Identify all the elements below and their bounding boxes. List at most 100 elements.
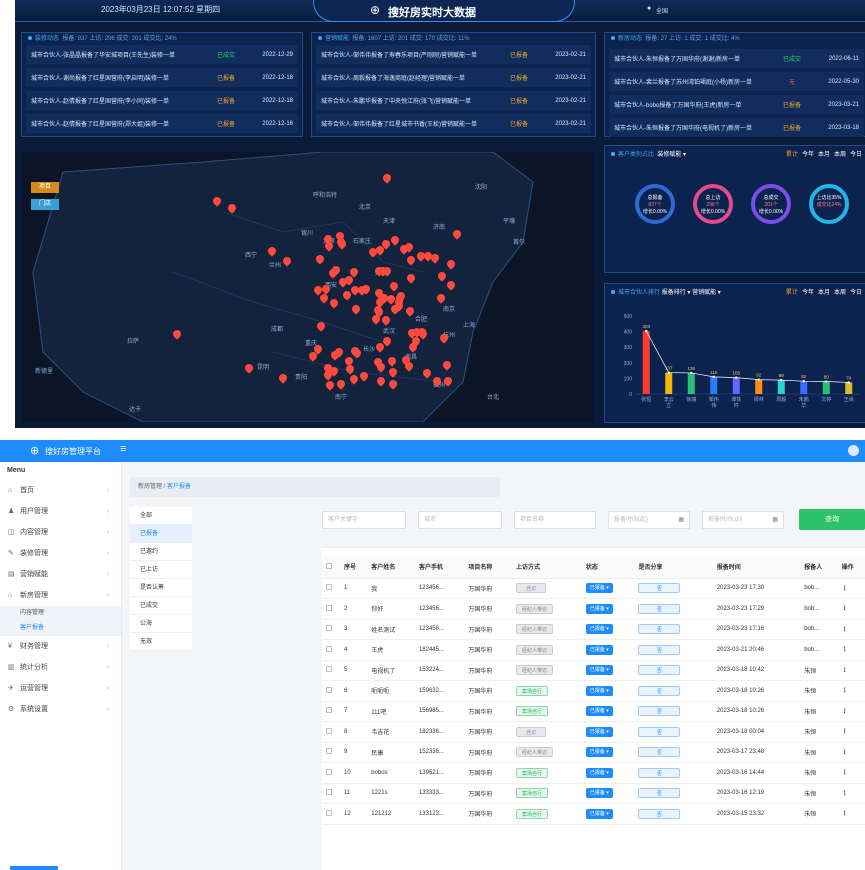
time-range-tab[interactable]: 今日 <box>850 290 862 296</box>
more-actions-icon[interactable]: ⋮ <box>837 742 865 763</box>
status-filter-item[interactable]: 已上访 <box>130 561 192 579</box>
avatar[interactable] <box>848 445 859 456</box>
customer-type-select[interactable]: 装修赋能 <box>657 152 681 158</box>
share-toggle[interactable]: 否 <box>638 726 681 737</box>
table-row[interactable]: 11 1221s 133333... 万国华府 案场自行 已报备 ▾ 否 2023-03-16… <box>322 783 865 804</box>
bar[interactable] <box>822 381 830 394</box>
status-dropdown[interactable]: 已报备 ▾ <box>585 808 613 819</box>
status-filter-item[interactable]: 已邀约 <box>130 543 192 561</box>
row-checkbox[interactable] <box>322 701 340 722</box>
status-filter-item[interactable]: 已报备 <box>130 525 192 543</box>
ranking-category-select[interactable]: 营销赋能 <box>692 290 716 296</box>
status-filter-item[interactable]: 公海 <box>130 615 192 633</box>
row-checkbox[interactable] <box>322 721 340 743</box>
row-checkbox[interactable] <box>322 619 340 640</box>
more-actions-icon[interactable]: ⋮ <box>837 803 865 825</box>
time-range-tab[interactable]: 本月 <box>818 152 830 158</box>
select-all-checkbox[interactable] <box>322 556 340 579</box>
sidebar-item[interactable]: ♟ 用户管理 › <box>0 501 121 522</box>
share-toggle[interactable]: 否 <box>638 706 681 717</box>
start-date-input[interactable]: 报备时间(起) ▦ <box>608 511 690 529</box>
status-dropdown[interactable]: 已报备 ▾ <box>585 685 613 696</box>
sidebar-item[interactable]: ⚙ 系统设置 › <box>0 699 121 720</box>
feed-item[interactable]: 城市合伙人-bobo报备了万国华府(王虎)新房一单 已报备 2023-03-21 <box>609 95 864 114</box>
more-actions-icon[interactable]: ⋮ <box>837 578 865 599</box>
bar[interactable] <box>732 377 740 394</box>
table-row[interactable]: 10 bobos 139521... 万国华府 案场自行 已报备 ▾ 否 2023-03-16… <box>322 762 865 784</box>
share-toggle[interactable]: 否 <box>638 808 681 819</box>
time-range-tab[interactable]: 本月 <box>818 290 830 296</box>
row-checkbox[interactable] <box>322 598 340 620</box>
status-dropdown[interactable]: 已报备 ▾ <box>585 767 613 778</box>
row-checkbox[interactable] <box>322 639 340 661</box>
share-toggle[interactable]: 否 <box>638 665 681 676</box>
more-actions-icon[interactable]: ⋮ <box>837 680 865 702</box>
keyword-input[interactable]: 客户关键字 <box>322 511 406 529</box>
region-select[interactable]: 全国 <box>656 6 668 15</box>
row-checkbox[interactable] <box>322 783 340 804</box>
share-toggle[interactable]: 否 <box>638 644 681 655</box>
status-dropdown[interactable]: 已报备 ▾ <box>585 624 613 635</box>
time-range-tab[interactable]: 累计 <box>786 152 798 158</box>
time-range-tab[interactable]: 今年 <box>802 290 814 296</box>
share-toggle[interactable]: 否 <box>638 603 681 614</box>
sidebar-footer-button[interactable] <box>10 866 58 870</box>
status-filter-item[interactable]: 是否认筹 <box>130 579 192 597</box>
menu-toggle-icon[interactable]: ≡ <box>120 443 126 455</box>
status-dropdown[interactable]: 已报备 ▾ <box>585 726 613 737</box>
status-filter-item[interactable]: 已成交 <box>130 597 192 615</box>
map-button-store[interactable]: 门店 <box>31 199 59 210</box>
project-input[interactable]: 项目名称 <box>514 511 596 529</box>
sidebar-item[interactable]: ✈ 运营管理 › <box>0 678 121 699</box>
time-range-tab[interactable]: 累计 <box>786 290 798 296</box>
sidebar-item[interactable]: ⌂ 新房管理 › <box>0 585 121 606</box>
sidebar-item[interactable]: ▥ 统计分析 › <box>0 657 121 678</box>
more-actions-icon[interactable]: ⋮ <box>837 598 865 620</box>
feed-item[interactable]: 城市合伙人-邹伟伟报备了寿春乐项目(严刚刚)营销赋能一单 已报备 2023-02-2… <box>316 45 591 64</box>
feed-item[interactable]: 城市合伙人-张晶晶报备了华安城项目(王先生)装修一单 已成交 2022-12-29 <box>26 45 298 64</box>
table-row[interactable]: 2 你好 123456... 万国华府 经纪人带访 已报备 ▾ 否 2023-03-23 17… <box>322 598 865 620</box>
feed-item[interactable]: 城市合伙人-赵倩报备了红星国营府(郑大姐)装修一单 已报备 2022-12-16 <box>26 114 298 133</box>
share-toggle[interactable]: 否 <box>638 583 681 594</box>
status-dropdown[interactable]: 已报备 ▾ <box>585 644 613 655</box>
feed-item[interactable]: 城市合伙人-朱恒报备了万国华府(电视机了)新房一单 已报备 2023-03-18 <box>609 118 864 137</box>
bar[interactable] <box>755 379 763 394</box>
more-actions-icon[interactable]: ⋮ <box>837 762 865 784</box>
more-actions-icon[interactable]: ⋮ <box>837 721 865 743</box>
time-range-tab[interactable]: 本周 <box>834 152 846 158</box>
city-input[interactable]: 城市 <box>418 511 502 529</box>
bar[interactable] <box>687 372 695 394</box>
time-range-tab[interactable]: 本周 <box>834 290 846 296</box>
china-map[interactable]: 项目 门店 呼和浩特沈阳北京天津银川太原石家庄济南平壤首尔西宁兰州郑州西安合肥南… <box>23 152 593 422</box>
row-checkbox[interactable] <box>322 742 340 763</box>
row-checkbox[interactable] <box>322 578 340 599</box>
row-checkbox[interactable] <box>322 762 340 784</box>
status-dropdown[interactable]: 已报备 ▾ <box>585 665 613 676</box>
sidebar-item[interactable]: ⌂ 首页 › <box>0 480 121 501</box>
sidebar-subitem[interactable]: 客户报备 <box>0 621 121 636</box>
bar[interactable] <box>800 381 808 394</box>
time-range-tab[interactable]: 今年 <box>802 152 814 158</box>
sidebar-item[interactable]: ◫ 内容管理 › <box>0 522 121 543</box>
status-dropdown[interactable]: 已报备 ▾ <box>585 706 613 717</box>
feed-item[interactable]: 城市合伙人-邹伟伟报备了红星城市书香(王松)营销赋能一单 已报备 2023-02-2… <box>316 114 591 133</box>
feed-item[interactable]: 城市合伙人-朱恒报备了万国华府(谢谢)新房一单 已成交 2022-06-11 <box>609 49 864 68</box>
search-button[interactable]: 查询 <box>799 509 865 530</box>
more-actions-icon[interactable]: ⋮ <box>837 701 865 722</box>
share-toggle[interactable]: 否 <box>638 685 681 696</box>
share-toggle[interactable]: 否 <box>638 767 681 778</box>
table-row[interactable]: 7 111吧 156985... 万国华府 案场自行 已报备 ▾ 否 2023-03-18 1… <box>322 701 865 722</box>
status-filter-item[interactable]: 无效 <box>130 633 192 651</box>
table-row[interactable]: 12 121212 133123... 万国华府 案场自行 已报备 ▾ 否 2023-03-1… <box>322 803 865 825</box>
more-actions-icon[interactable]: ⋮ <box>837 660 865 681</box>
status-filter-item[interactable]: 全部 <box>130 507 192 525</box>
table-row[interactable]: 4 王虎 182445... 万国华府 经纪人带访 已报备 ▾ 否 2023-03-21 20… <box>322 639 865 661</box>
table-row[interactable]: 1 我 123456... 万国华府 自访 已报备 ▾ 否 2023-03-23 17:30 b… <box>322 578 865 599</box>
status-dropdown[interactable]: 已报备 ▾ <box>585 603 613 614</box>
status-dropdown[interactable]: 已报备 ▾ <box>585 788 613 799</box>
share-toggle[interactable]: 否 <box>638 624 681 635</box>
sidebar-item[interactable]: ▤ 营销赋能 › <box>0 564 121 585</box>
status-dropdown[interactable]: 已报备 ▾ <box>585 583 613 594</box>
sidebar-subitem[interactable]: 内容管理 <box>0 606 121 621</box>
status-dropdown[interactable]: 已报备 ▾ <box>585 747 613 758</box>
